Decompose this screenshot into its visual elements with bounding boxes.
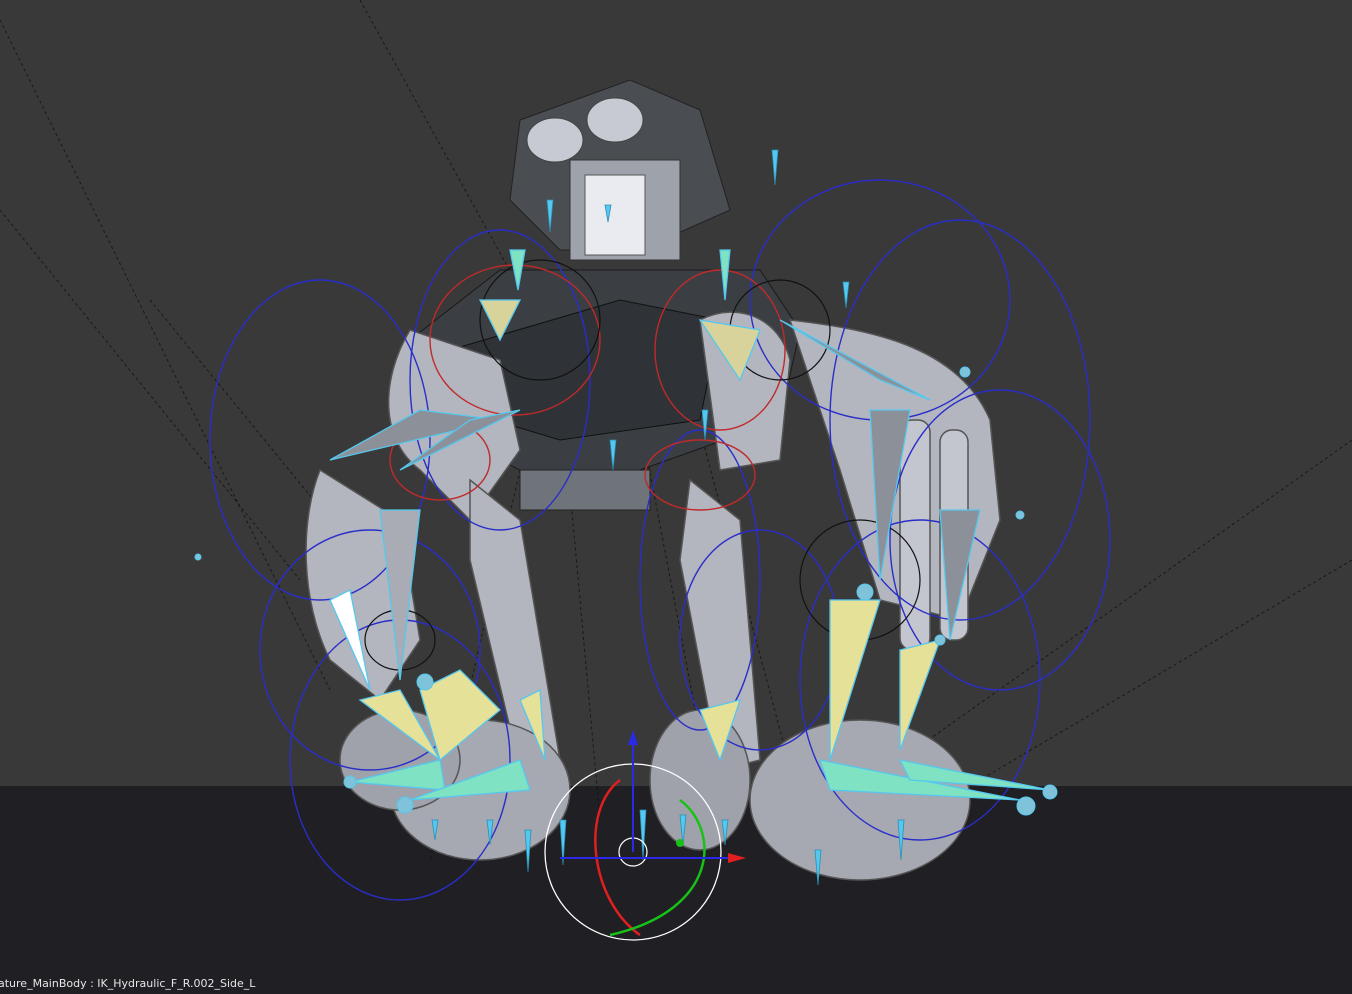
top-dome-right [586,97,644,143]
3d-viewport[interactable]: ature_MainBody : IK_Hydraulic_F_R.002_Si… [0,0,1352,994]
active-object-status: ature_MainBody : IK_Hydraulic_F_R.002_Si… [0,977,256,990]
right-wheel [749,719,971,881]
lower-plate [519,469,651,511]
top-box-panel [584,174,646,256]
armature-scene[interactable] [0,0,1352,994]
top-dome-left [526,117,584,163]
